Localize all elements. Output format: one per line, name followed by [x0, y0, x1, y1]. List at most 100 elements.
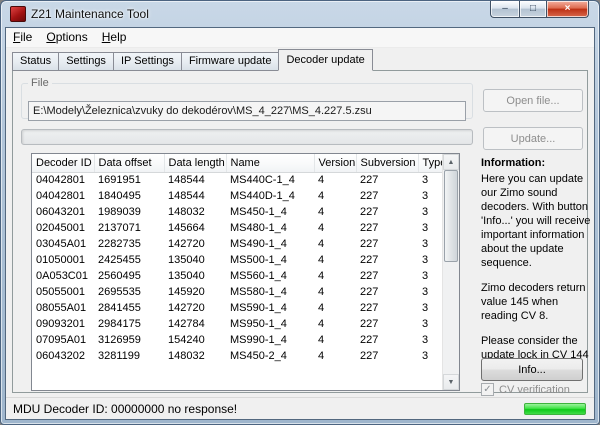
- table-cell: 4: [314, 316, 356, 332]
- tab-ip-settings[interactable]: IP Settings: [113, 52, 182, 71]
- table-row[interactable]: 060432011989039148032MS450-1_442273: [32, 204, 442, 220]
- table-cell: MS440D-1_4: [226, 188, 314, 204]
- table-cell: 4: [314, 204, 356, 220]
- table-row[interactable]: 08055A012841455142720MS590-1_442273: [32, 300, 442, 316]
- table-cell: MS560-1_4: [226, 268, 314, 284]
- table-cell: 05055001: [32, 284, 94, 300]
- menu-options[interactable]: Options: [39, 28, 94, 47]
- table-cell: MS500-1_4: [226, 252, 314, 268]
- update-button[interactable]: Update...: [483, 127, 583, 150]
- scrollbar-thumb[interactable]: [444, 170, 458, 262]
- maximize-button-icon[interactable]: □: [519, 1, 547, 18]
- table-cell: MS440C-1_4: [226, 172, 314, 188]
- info-text: Here you can update our Zimo sound decod…: [481, 173, 593, 388]
- dialog-area: StatusSettingsIP SettingsFirmware update…: [6, 48, 594, 397]
- table-cell: 01050001: [32, 252, 94, 268]
- open-file-button[interactable]: Open file...: [483, 89, 583, 112]
- table-cell: 154240: [164, 332, 226, 348]
- table-row[interactable]: 0A053C012560495135040MS560-1_442273: [32, 268, 442, 284]
- info-paragraph: Here you can update our Zimo sound decod…: [481, 173, 593, 271]
- table-cell: 2560495: [94, 268, 164, 284]
- table-cell: 4: [314, 236, 356, 252]
- table-cell: 227: [356, 348, 418, 364]
- scroll-down-icon[interactable]: ▼: [443, 374, 459, 390]
- decoder-table-main: Decoder IDData offsetData lengthNameVers…: [32, 154, 442, 390]
- cv-verification-label: CV verification: [499, 384, 570, 396]
- table-cell: 09093201: [32, 316, 94, 332]
- menu-help[interactable]: Help: [95, 28, 134, 47]
- tab-firmware-update[interactable]: Firmware update: [181, 52, 280, 71]
- scrollbar-track[interactable]: [443, 170, 459, 374]
- table-cell: 148032: [164, 348, 226, 364]
- file-path-input[interactable]: E:\Modely\Železnica\zvuky do dekodérov\M…: [28, 101, 466, 121]
- column-header[interactable]: Subversion: [356, 154, 418, 172]
- table-cell: 3: [418, 316, 442, 332]
- table-cell: 135040: [164, 268, 226, 284]
- table-cell: 3: [418, 236, 442, 252]
- minimize-button-icon[interactable]: –: [490, 1, 519, 18]
- column-header[interactable]: Data offset: [94, 154, 164, 172]
- table-cell: MS490-1_4: [226, 236, 314, 252]
- tab-status[interactable]: Status: [12, 52, 59, 71]
- table-cell: 2425455: [94, 252, 164, 268]
- column-header[interactable]: Version: [314, 154, 356, 172]
- tab-content-decoder-update: File E:\Modely\Železnica\zvuky do dekodé…: [12, 70, 588, 393]
- table-row[interactable]: 040428011691951148544MS440C-1_442273: [32, 172, 442, 188]
- table-cell: 227: [356, 284, 418, 300]
- table-cell: 227: [356, 236, 418, 252]
- scroll-up-icon[interactable]: ▲: [443, 154, 459, 170]
- file-group-legend: File: [28, 77, 52, 89]
- table-row[interactable]: 010500012425455135040MS500-1_442273: [32, 252, 442, 268]
- tab-settings[interactable]: Settings: [58, 52, 114, 71]
- column-header[interactable]: Type: [418, 154, 442, 172]
- table-cell: 2137071: [94, 220, 164, 236]
- table-cell: 3: [418, 188, 442, 204]
- table-row[interactable]: 020450012137071145664MS480-1_442273: [32, 220, 442, 236]
- table-cell: 1989039: [94, 204, 164, 220]
- table-row[interactable]: 090932012984175142784MS950-1_442273: [32, 316, 442, 332]
- status-bar: MDU Decoder ID: 00000000 no response!: [6, 397, 594, 419]
- table-row[interactable]: 07095A013126959154240MS990-1_442273: [32, 332, 442, 348]
- table-cell: 2695535: [94, 284, 164, 300]
- info-paragraph: Zimo decoders return value 145 when read…: [481, 282, 593, 324]
- update-progress-bar: [21, 129, 473, 145]
- table-cell: 08055A01: [32, 300, 94, 316]
- table-cell: 4: [314, 268, 356, 284]
- table-cell: 3126959: [94, 332, 164, 348]
- window-controls: – □ ×: [490, 1, 589, 18]
- column-header[interactable]: Name: [226, 154, 314, 172]
- decoder-table-header-row: Decoder IDData offsetData lengthNameVers…: [32, 154, 442, 172]
- column-header[interactable]: Decoder ID: [32, 154, 94, 172]
- table-cell: 3: [418, 268, 442, 284]
- vertical-scrollbar[interactable]: ▲ ▼: [442, 154, 459, 390]
- info-button[interactable]: Info...: [481, 358, 583, 381]
- menu-file[interactable]: File: [6, 28, 39, 47]
- tab-decoder-update[interactable]: Decoder update: [278, 49, 372, 71]
- table-cell: 4: [314, 348, 356, 364]
- table-cell: 4: [314, 300, 356, 316]
- table-cell: 3281199: [94, 348, 164, 364]
- table-cell: 145920: [164, 284, 226, 300]
- table-row[interactable]: 060432023281199148032MS450-2_442273: [32, 348, 442, 364]
- table-cell: MS450-2_4: [226, 348, 314, 364]
- close-button-icon[interactable]: ×: [547, 1, 589, 18]
- table-cell: 02045001: [32, 220, 94, 236]
- table-cell: 07095A01: [32, 332, 94, 348]
- table-cell: 148544: [164, 188, 226, 204]
- table-cell: 4: [314, 332, 356, 348]
- table-cell: 04042801: [32, 188, 94, 204]
- table-row[interactable]: 040428011840495148544MS440D-1_442273: [32, 188, 442, 204]
- table-cell: 4: [314, 252, 356, 268]
- app-icon[interactable]: [10, 6, 26, 22]
- table-cell: 227: [356, 316, 418, 332]
- table-cell: MS450-1_4: [226, 204, 314, 220]
- table-row[interactable]: 050550012695535145920MS580-1_442273: [32, 284, 442, 300]
- column-header[interactable]: Data length: [164, 154, 226, 172]
- table-cell: 227: [356, 188, 418, 204]
- status-text: MDU Decoder ID: 00000000 no response!: [13, 402, 237, 416]
- table-cell: 142720: [164, 300, 226, 316]
- tab-bar: StatusSettingsIP SettingsFirmware update…: [12, 49, 372, 71]
- table-cell: 3: [418, 284, 442, 300]
- cv-verification-checkbox[interactable]: ✓: [481, 383, 494, 396]
- table-row[interactable]: 03045A012282735142720MS490-1_442273: [32, 236, 442, 252]
